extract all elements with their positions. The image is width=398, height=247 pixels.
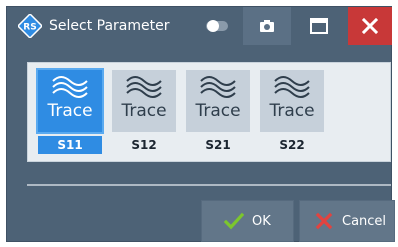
trace-label: Trace (195, 101, 241, 121)
maximize-icon (310, 18, 328, 34)
ok-label: OK (252, 213, 271, 229)
toggle-button[interactable] (193, 7, 241, 45)
trace-label: Trace (47, 101, 93, 121)
window-title: Select Parameter (49, 18, 170, 34)
param-label: S11 (38, 136, 102, 154)
screenshot-button[interactable] (243, 7, 291, 45)
trace-wave-icon (200, 76, 236, 98)
trace-label: Trace (121, 101, 167, 121)
toggle-icon (206, 20, 228, 32)
tile-s22[interactable]: Trace S22 (258, 70, 326, 156)
cancel-button[interactable]: Cancel (299, 200, 395, 242)
trace-wave-icon (52, 76, 88, 98)
trace-label: Trace (269, 101, 315, 121)
select-parameter-dialog: RS Select Parameter Trace S11 Trace S12 … (6, 6, 395, 242)
svg-text:RS: RS (23, 23, 36, 33)
param-label: S12 (131, 138, 157, 152)
maximize-button[interactable] (295, 7, 343, 45)
tile-body: Trace (186, 70, 250, 132)
tile-body: Trace (112, 70, 176, 132)
tile-s21[interactable]: Trace S21 (184, 70, 252, 156)
title-bar[interactable]: RS Select Parameter (7, 7, 392, 45)
param-label: S21 (205, 138, 231, 152)
trace-wave-icon (274, 76, 310, 98)
camera-icon (260, 20, 274, 32)
ok-button[interactable]: OK (201, 200, 294, 242)
check-icon (224, 211, 244, 231)
close-icon (362, 18, 378, 34)
trace-wave-icon (126, 76, 162, 98)
x-icon (314, 211, 334, 231)
parameter-tile-panel: Trace S11 Trace S12 Trace S21 Trace S22 (27, 62, 391, 162)
divider (27, 184, 391, 186)
cancel-label: Cancel (342, 213, 387, 229)
tile-body: Trace (260, 70, 324, 132)
param-label: S22 (279, 138, 305, 152)
tile-body: Trace (36, 68, 104, 134)
app-logo-icon: RS (18, 14, 42, 38)
close-button[interactable] (348, 7, 392, 45)
tile-s12[interactable]: Trace S12 (110, 70, 178, 156)
tile-s11[interactable]: Trace S11 (36, 68, 104, 156)
